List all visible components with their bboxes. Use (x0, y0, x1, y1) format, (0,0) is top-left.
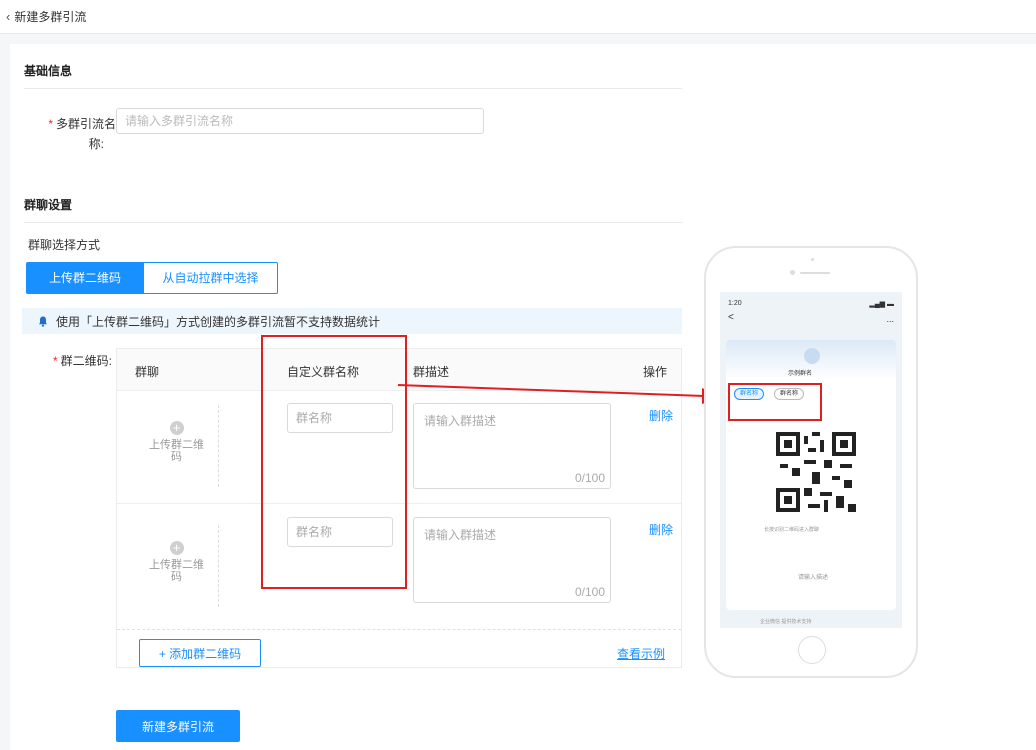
chevron-left-icon: < (728, 312, 734, 323)
tab-auto-group[interactable]: 从自动拉群中选择 (144, 262, 278, 294)
more-icon: ... (886, 314, 894, 324)
bell-icon (39, 316, 47, 327)
highlight-box (261, 335, 407, 589)
column-header: 群描述 (413, 365, 450, 379)
signal-battery-icon: ▂▄▆ ▬ (869, 301, 894, 308)
char-counter: 0/100 (575, 471, 606, 485)
upload-label: 上传群二维码 (149, 559, 204, 583)
divider (24, 222, 682, 223)
desc-tip: 请输入描述 (798, 575, 829, 581)
sensor-dot (811, 258, 814, 261)
group-flow-name-input[interactable] (116, 108, 484, 134)
name-label: * 多群引流名 称: (48, 117, 116, 151)
qr-upload-button[interactable]: + 上传群二维码 (135, 525, 219, 607)
preview-card: 示例群名 群名称 群名称 长按识别二维码进入群聊 请输入描述 (726, 340, 896, 610)
footer-tip: 企业微信 提供技术支持 (760, 619, 812, 625)
plus-icon: + (169, 541, 184, 555)
delete-link[interactable]: 删除 (649, 407, 673, 424)
section-title-basic: 基础信息 (24, 64, 73, 78)
chevron-left-icon: ‹ (6, 9, 11, 24)
section-title-group: 群聊设置 (24, 198, 73, 212)
back-button[interactable]: ‹ 新建多群引流 (6, 8, 86, 25)
plus-icon: + (169, 421, 184, 435)
column-header: 操作 (643, 365, 668, 379)
view-example-link[interactable]: 查看示例 (617, 645, 665, 662)
notice-text: 使用「上传群二维码」方式创建的多群引流暂不支持数据统计 (56, 314, 381, 329)
required-mark: * (52, 354, 58, 368)
card-title: 示例群名 (788, 371, 813, 377)
tab-upload-qr[interactable]: 上传群二维码 (26, 262, 144, 294)
required-mark: * (48, 117, 53, 131)
avatar (804, 348, 820, 364)
arrow-annotation (397, 384, 724, 404)
divider (24, 88, 682, 89)
page-title: 新建多群引流 (14, 10, 87, 24)
speaker-grille (800, 272, 830, 274)
status-time: 1:20 (728, 300, 742, 307)
char-counter: 0/100 (575, 585, 606, 599)
add-qr-button[interactable]: + 添加群二维码 (139, 639, 261, 667)
delete-link[interactable]: 删除 (649, 521, 673, 538)
upload-label: 上传群二维码 (149, 439, 204, 463)
qr-upload-button[interactable]: + 上传群二维码 (135, 405, 219, 487)
scan-tip: 长按识别二维码进入群聊 (764, 527, 820, 533)
notice-bar: 使用「上传群二维码」方式创建的多群引流暂不支持数据统计 (22, 308, 682, 334)
top-bar: ‹ 新建多群引流 (0, 0, 1036, 34)
qr-label: * 群二维码: (52, 354, 112, 368)
qr-code-image (776, 432, 856, 512)
create-button[interactable]: 新建多群引流 (116, 710, 240, 742)
mode-selector: 上传群二维码 从自动拉群中选择 (26, 262, 278, 294)
mode-label: 群聊选择方式 (28, 238, 101, 252)
home-button (798, 636, 826, 664)
phone-screen: 1:20 ▂▄▆ ▬ < ... 示例群名 群名称 群名称 长按识别二维码进入群… (720, 292, 902, 628)
dashed-divider (117, 629, 681, 630)
camera-icon (790, 270, 795, 275)
column-header: 群聊 (135, 365, 160, 379)
highlight-box (728, 383, 822, 421)
phone-preview: 1:20 ▂▄▆ ▬ < ... 示例群名 群名称 群名称 长按识别二维码进入群… (704, 246, 918, 678)
